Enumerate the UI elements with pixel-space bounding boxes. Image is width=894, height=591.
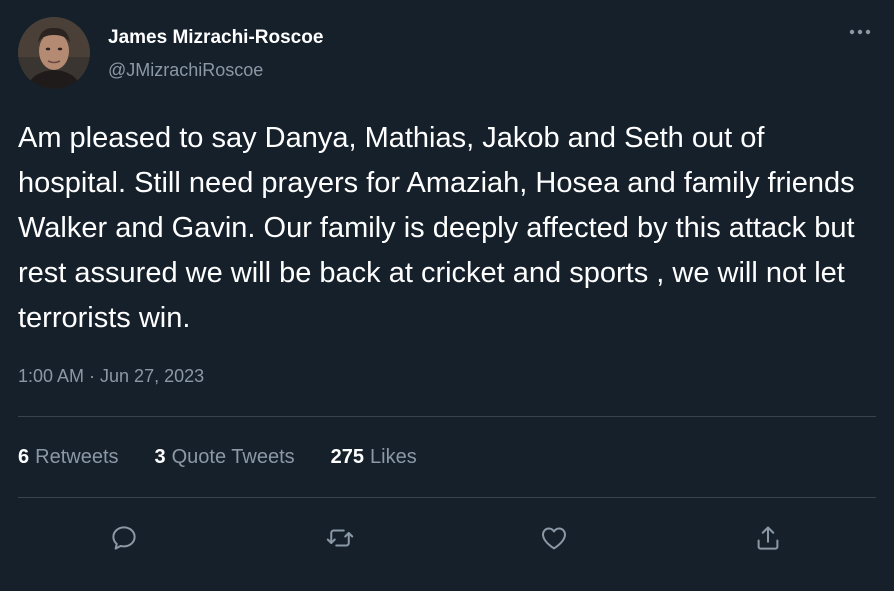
retweet-button[interactable] — [318, 516, 362, 560]
tweet-timestamp[interactable]: 1:00 AM · Jun 27, 2023 — [18, 366, 204, 387]
likes-stat[interactable]: 275 Likes — [331, 446, 417, 469]
avatar-photo — [18, 17, 90, 89]
retweets-stat[interactable]: 6 Retweets — [18, 446, 119, 469]
divider — [18, 497, 876, 498]
quote-tweets-count: 3 — [154, 446, 166, 468]
action-bar — [0, 516, 894, 560]
retweet-icon — [326, 529, 354, 547]
tweet-card: James Mizrachi-Roscoe @JMizrachiRoscoe A… — [0, 0, 894, 591]
retweets-count: 6 — [18, 446, 30, 468]
engagement-stats: 6 Retweets 3 Quote Tweets 275 Likes — [18, 446, 453, 469]
share-button[interactable] — [746, 516, 790, 560]
retweets-label: Retweets — [35, 446, 119, 468]
share-icon — [757, 526, 779, 550]
avatar[interactable] — [18, 17, 90, 89]
likes-count: 275 — [330, 446, 365, 468]
author-name[interactable]: James Mizrachi-Roscoe — [108, 27, 323, 49]
reply-icon — [112, 526, 136, 550]
author-handle[interactable]: @JMizrachiRoscoe — [108, 60, 263, 81]
like-icon — [542, 527, 566, 550]
quote-tweets-label: Quote Tweets — [171, 446, 295, 468]
quote-tweets-stat[interactable]: 3 Quote Tweets — [155, 446, 295, 469]
likes-label: Likes — [370, 446, 417, 468]
reply-button[interactable] — [102, 516, 146, 560]
divider — [18, 416, 876, 417]
more-options-icon[interactable] — [846, 22, 874, 42]
like-button[interactable] — [532, 516, 576, 560]
tweet-text: Am pleased to say Danya, Mathias, Jakob … — [18, 122, 855, 334]
